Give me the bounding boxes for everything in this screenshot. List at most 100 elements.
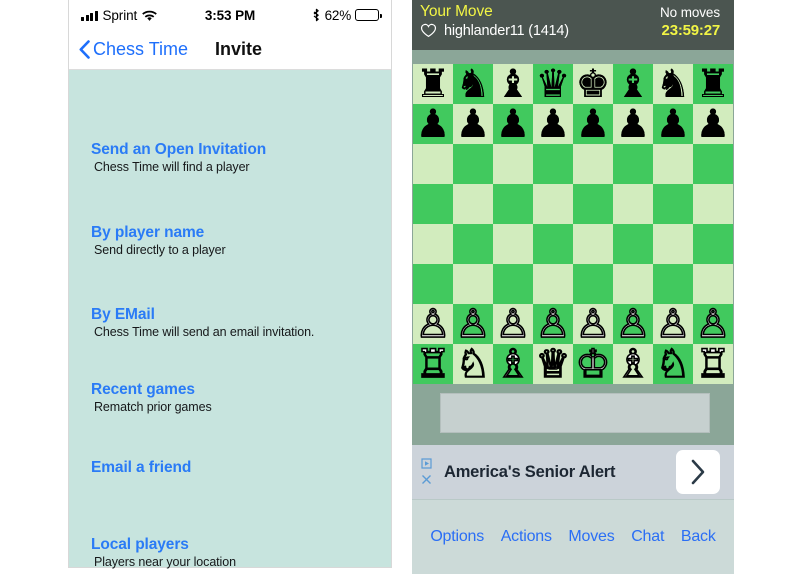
menu-item-title: Email a friend bbox=[91, 459, 192, 476]
board-square[interactable]: ♚ bbox=[573, 64, 613, 104]
board-square[interactable] bbox=[533, 144, 573, 184]
move-input-area bbox=[412, 387, 734, 445]
game-header: Your Move No moves highlander11 (1414) 2… bbox=[412, 0, 734, 50]
board-square[interactable]: ♜ bbox=[413, 64, 453, 104]
board-square[interactable]: ♙ bbox=[573, 304, 613, 344]
board-square[interactable] bbox=[413, 184, 453, 224]
chess-piece: ♖ bbox=[695, 342, 732, 386]
board-square[interactable] bbox=[613, 144, 653, 184]
board-square[interactable]: ♙ bbox=[533, 304, 573, 344]
navigation-bar: Chess Time Invite bbox=[69, 30, 391, 70]
board-square[interactable]: ♝ bbox=[493, 64, 533, 104]
bottom-toolbar: Options Actions Moves Chat Back bbox=[412, 499, 734, 574]
chess-piece: ♟ bbox=[495, 102, 531, 146]
board-square[interactable]: ♟ bbox=[653, 104, 693, 144]
heart-icon[interactable] bbox=[420, 23, 437, 38]
chess-piece: ♜ bbox=[415, 62, 451, 106]
board-square[interactable]: ♔ bbox=[573, 344, 613, 384]
board-square[interactable] bbox=[493, 224, 533, 264]
toolbar-button-back[interactable]: Back bbox=[681, 528, 716, 546]
board-square[interactable]: ♟ bbox=[533, 104, 573, 144]
board-square[interactable] bbox=[413, 264, 453, 304]
board-square[interactable]: ♟ bbox=[493, 104, 533, 144]
board-square[interactable]: ♙ bbox=[613, 304, 653, 344]
board-square[interactable] bbox=[693, 184, 733, 224]
close-icon[interactable] bbox=[420, 473, 433, 486]
board-square[interactable]: ♙ bbox=[653, 304, 693, 344]
adchoices-icon[interactable] bbox=[420, 457, 433, 470]
board-square[interactable] bbox=[453, 264, 493, 304]
board-square[interactable] bbox=[573, 144, 613, 184]
board-square[interactable]: ♟ bbox=[453, 104, 493, 144]
board-square[interactable]: ♟ bbox=[613, 104, 653, 144]
board-square[interactable]: ♞ bbox=[653, 64, 693, 104]
board-square[interactable] bbox=[613, 184, 653, 224]
board-square[interactable]: ♖ bbox=[693, 344, 733, 384]
board-square[interactable]: ♘ bbox=[653, 344, 693, 384]
board-square[interactable] bbox=[693, 144, 733, 184]
chessboard[interactable]: ♜ ♞ ♝ ♛ ♚ ♝ ♞ ♜ ♟ ♟ ♟ ♟ ♟ ♟ ♟ ♟ ♙ ♙ ♙ ♙ ♙ ♙ ♙ ♙ ♖ ♘ ♗ ♕ ♔ ♗ ♘ ♖ bbox=[413, 64, 733, 384]
board-square[interactable]: ♙ bbox=[693, 304, 733, 344]
back-button[interactable]: Chess Time bbox=[79, 39, 188, 60]
menu-item-by-player-name[interactable]: By player name Send directly to a player bbox=[91, 223, 226, 259]
board-square[interactable]: ♟ bbox=[413, 104, 453, 144]
menu-item-recent-games[interactable]: Recent games Rematch prior games bbox=[91, 380, 212, 416]
board-square[interactable] bbox=[573, 184, 613, 224]
chess-piece: ♝ bbox=[615, 62, 651, 106]
board-square[interactable] bbox=[453, 184, 493, 224]
ad-arrow-button[interactable] bbox=[676, 450, 720, 494]
chess-piece: ♞ bbox=[655, 62, 691, 106]
board-square[interactable] bbox=[453, 224, 493, 264]
menu-item-by-email[interactable]: By EMail Chess Time will send an email i… bbox=[91, 305, 314, 341]
board-square[interactable] bbox=[693, 264, 733, 304]
board-square[interactable]: ♗ bbox=[493, 344, 533, 384]
toolbar-button-actions[interactable]: Actions bbox=[501, 528, 552, 546]
menu-item-subtitle: Players near your location bbox=[94, 555, 236, 569]
toolbar-button-moves[interactable]: Moves bbox=[568, 528, 614, 546]
board-square[interactable] bbox=[653, 144, 693, 184]
board-square[interactable]: ♘ bbox=[453, 344, 493, 384]
board-square[interactable] bbox=[533, 224, 573, 264]
chess-piece: ♘ bbox=[455, 342, 492, 386]
board-square[interactable] bbox=[493, 144, 533, 184]
board-square[interactable] bbox=[493, 184, 533, 224]
toolbar-button-chat[interactable]: Chat bbox=[631, 528, 664, 546]
menu-item-send-open-invitation[interactable]: Send an Open Invitation Chess Time will … bbox=[91, 140, 266, 176]
board-square[interactable]: ♙ bbox=[413, 304, 453, 344]
board-square[interactable] bbox=[653, 224, 693, 264]
board-square[interactable] bbox=[653, 264, 693, 304]
board-square[interactable] bbox=[613, 264, 653, 304]
menu-item-title: Send an Open Invitation bbox=[91, 141, 267, 158]
board-square[interactable]: ♙ bbox=[493, 304, 533, 344]
menu-item-local-players[interactable]: Local players Players near your location bbox=[91, 535, 236, 571]
game-header-row-top: Your Move No moves bbox=[420, 3, 726, 21]
board-square[interactable] bbox=[453, 144, 493, 184]
ad-banner[interactable]: America's Senior Alert bbox=[412, 445, 734, 499]
board-square[interactable]: ♙ bbox=[453, 304, 493, 344]
board-square[interactable] bbox=[693, 224, 733, 264]
board-square[interactable]: ♕ bbox=[533, 344, 573, 384]
board-square[interactable] bbox=[533, 264, 573, 304]
board-square[interactable]: ♗ bbox=[613, 344, 653, 384]
move-input[interactable] bbox=[440, 393, 710, 433]
board-square[interactable]: ♟ bbox=[573, 104, 613, 144]
board-square[interactable] bbox=[413, 144, 453, 184]
board-square[interactable] bbox=[573, 264, 613, 304]
board-square[interactable] bbox=[573, 224, 613, 264]
board-square[interactable]: ♝ bbox=[613, 64, 653, 104]
chess-piece: ♗ bbox=[495, 342, 532, 386]
board-square[interactable] bbox=[413, 224, 453, 264]
board-square[interactable]: ♞ bbox=[453, 64, 493, 104]
board-square[interactable] bbox=[653, 184, 693, 224]
board-square[interactable]: ♛ bbox=[533, 64, 573, 104]
board-square[interactable] bbox=[533, 184, 573, 224]
bluetooth-icon bbox=[312, 8, 321, 22]
board-square[interactable]: ♟ bbox=[693, 104, 733, 144]
board-square[interactable]: ♜ bbox=[693, 64, 733, 104]
opponent-name-label: highlander11 (1414) bbox=[444, 22, 569, 39]
board-square[interactable] bbox=[613, 224, 653, 264]
board-square[interactable]: ♖ bbox=[413, 344, 453, 384]
menu-item-email-a-friend[interactable]: Email a friend bbox=[91, 458, 191, 477]
toolbar-button-options[interactable]: Options bbox=[430, 528, 484, 546]
board-square[interactable] bbox=[493, 264, 533, 304]
